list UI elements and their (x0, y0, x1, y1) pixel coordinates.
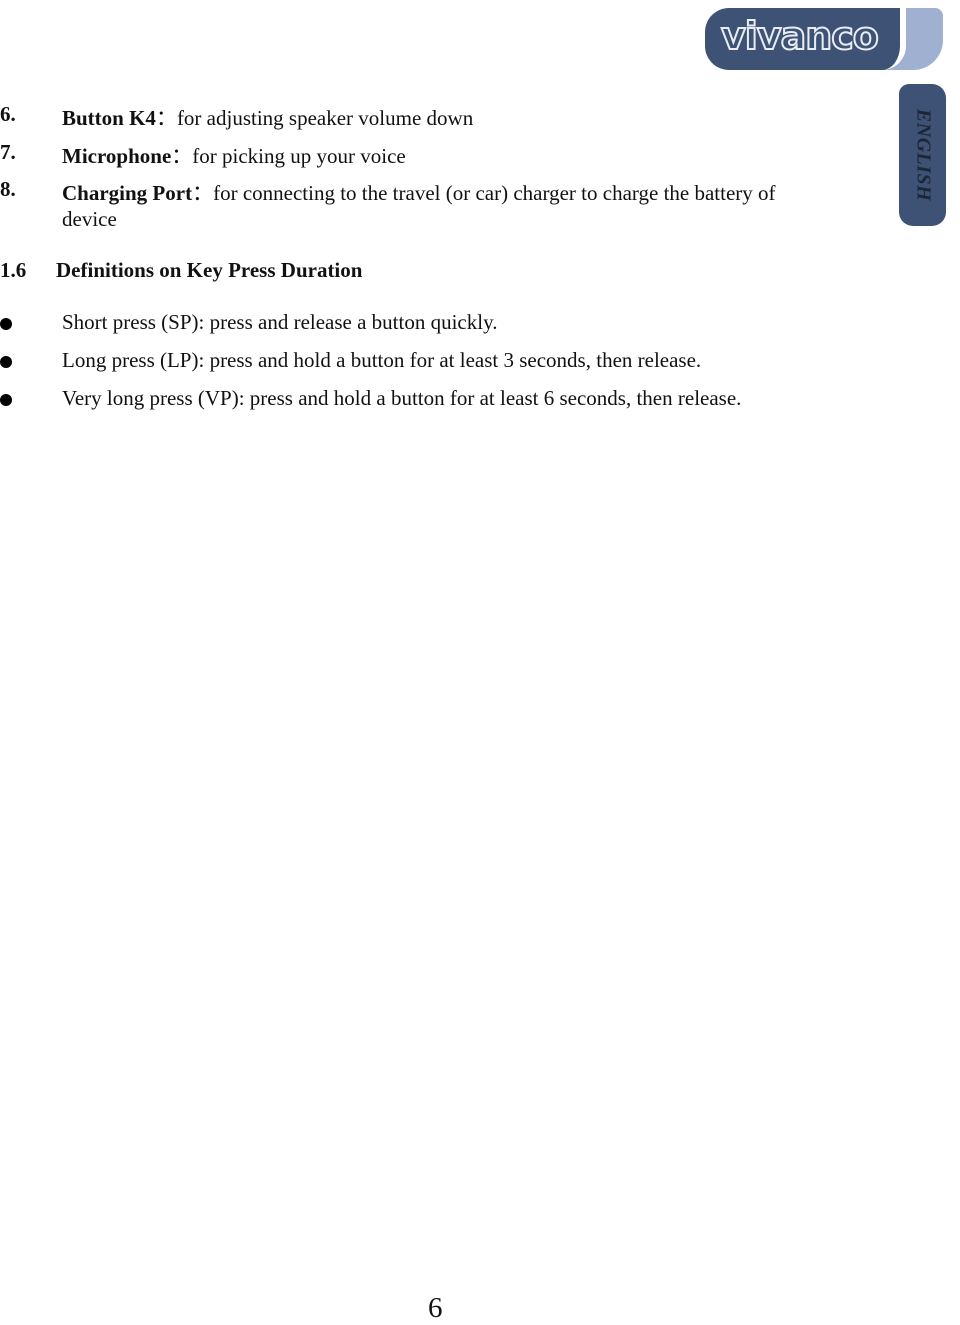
item-term: Charging Port (62, 181, 193, 205)
item-description: for connecting to the travel (or car) ch… (213, 181, 776, 205)
item-separator: ： (171, 144, 193, 168)
bullet-text: Long press (LP): press and hold a button… (62, 348, 702, 372)
item-description: for picking up your voice (192, 144, 406, 168)
section-number: 1.6 (0, 258, 27, 282)
language-tab-label: ENGLISH (912, 108, 934, 202)
vivanco-logo: vivanco (705, 8, 943, 70)
item-number: 6. (0, 102, 16, 126)
bullet-text: Short press (SP): press and release a bu… (62, 310, 498, 334)
item-continuation: device (62, 207, 117, 231)
section-title: Definitions on Key Press Duration (56, 258, 363, 282)
bullet-text: Very long press (VP): press and hold a b… (62, 386, 742, 410)
bullet-icon (0, 356, 12, 368)
item-term: Microphone (62, 144, 172, 168)
item-separator: ： (155, 106, 177, 130)
section-heading: 1.6 Definitions on Key Press Duration (0, 258, 362, 283)
item-separator: ： (192, 181, 214, 205)
item-term: Button K4 (62, 106, 156, 130)
bullet-icon (0, 318, 12, 330)
item-description: for adjusting speaker volume down (176, 106, 474, 130)
item-number: 7. (0, 140, 16, 164)
page-number: 6 (428, 1292, 443, 1324)
item-number: 8. (0, 177, 16, 201)
logo-text: vivanco (720, 13, 880, 59)
bullet-icon (0, 394, 12, 406)
language-tab: ENGLISH (899, 84, 946, 226)
